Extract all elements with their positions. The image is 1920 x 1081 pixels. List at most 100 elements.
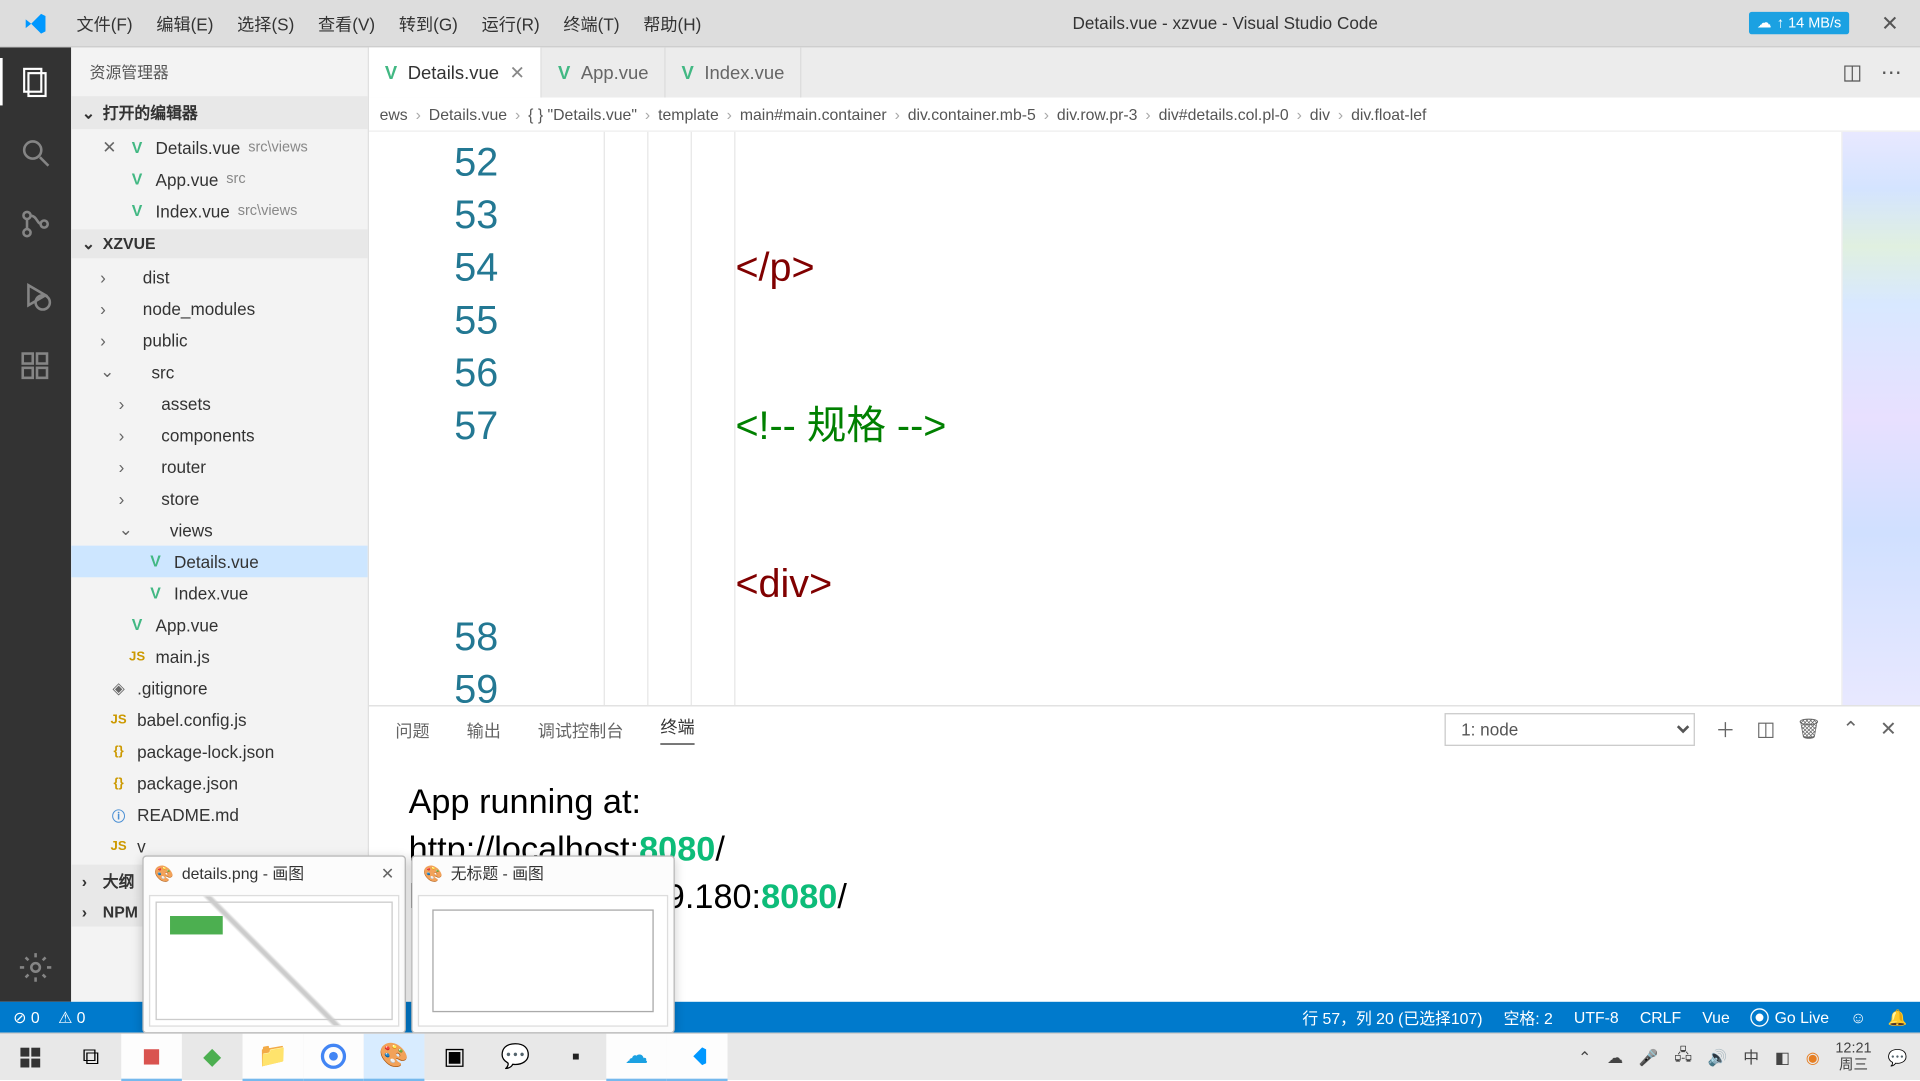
tray-notif-icon[interactable]: 💬 (1887, 1048, 1907, 1066)
tree-item[interactable]: {}package-lock.json (71, 735, 368, 767)
start-button[interactable] (0, 1033, 61, 1080)
split-icon[interactable]: ◫ (1842, 59, 1862, 85)
line-gutter: 5253545556575859 (369, 132, 525, 705)
open-editor-item[interactable]: VApp.vuesrc (71, 163, 368, 195)
taskbar-app[interactable]: ▣ (424, 1033, 485, 1080)
extensions-icon[interactable] (17, 348, 54, 385)
menu-edit[interactable]: 编辑(E) (156, 11, 213, 36)
tree-item[interactable]: ◈.gitignore (71, 672, 368, 704)
minimap[interactable] (1841, 132, 1920, 705)
menu-select[interactable]: 选择(S) (237, 11, 294, 36)
tree-item[interactable]: {}package.json (71, 767, 368, 799)
panel-tab-problems[interactable]: 问题 (395, 716, 429, 741)
menu-file[interactable]: 文件(F) (76, 11, 132, 36)
menu-help[interactable]: 帮助(H) (643, 11, 701, 36)
tab-index[interactable]: VIndex.vue (666, 47, 802, 97)
maximize-panel-icon[interactable]: ⌃ (1842, 717, 1859, 741)
vscode-icon (0, 10, 71, 36)
panel-tab-output[interactable]: 输出 (467, 716, 501, 741)
status-lang[interactable]: Vue (1702, 1006, 1730, 1028)
scm-icon[interactable] (17, 206, 54, 243)
search-icon[interactable] (17, 134, 54, 171)
tray-net-icon[interactable]: 🖧 (1674, 1043, 1692, 1071)
tree-item[interactable]: VIndex.vue (71, 577, 368, 609)
taskbar-explorer[interactable]: 📁 (243, 1033, 304, 1080)
preview-window-1[interactable]: 🎨details.png - 画图✕ (142, 855, 406, 1033)
menu-run[interactable]: 运行(R) (482, 11, 540, 36)
settings-icon[interactable] (17, 949, 54, 986)
tree-item[interactable]: ⌄src (71, 356, 368, 388)
status-position[interactable]: 行 57，列 20 (已选择107) (1302, 1006, 1482, 1028)
status-indent[interactable]: 空格: 2 (1504, 1006, 1553, 1028)
breadcrumb[interactable]: ews›Details.vue›{ } "Details.vue"›templa… (369, 98, 1920, 132)
menu-bar: 文件(F) 编辑(E) 选择(S) 查看(V) 转到(G) 运行(R) 终端(T… (71, 11, 701, 36)
menu-view[interactable]: 查看(V) (318, 11, 375, 36)
tray-app-icon[interactable]: ◧ (1775, 1048, 1790, 1066)
tree-item[interactable]: ›assets (71, 387, 368, 419)
taskbar-app[interactable]: ◼ (121, 1033, 182, 1080)
taskbar-vscode[interactable] (667, 1033, 728, 1080)
preview-window-2[interactable]: 🎨无标题 - 画图 (411, 855, 675, 1033)
tree-item[interactable]: ›components (71, 419, 368, 451)
menu-go[interactable]: 转到(G) (399, 11, 458, 36)
code-editor[interactable]: </p> <!-- 规格 --> <div> <div class="float… (525, 132, 1842, 705)
tab-app[interactable]: VApp.vue (542, 47, 666, 97)
tree-item[interactable]: ›public (71, 324, 368, 356)
open-editors-section[interactable]: ⌄打开的编辑器 (71, 96, 368, 129)
tree-item[interactable]: JSmain.js (71, 641, 368, 673)
close-panel-icon[interactable]: ✕ (1880, 717, 1897, 741)
tray-cloud-icon[interactable]: ☁ (1607, 1048, 1623, 1066)
project-section[interactable]: ⌄XZVUE (71, 229, 368, 258)
open-editor-item[interactable]: VIndex.vuesrc\views (71, 195, 368, 227)
split-terminal-icon[interactable]: ◫ (1756, 717, 1775, 741)
status-feedback-icon[interactable]: ☺ (1850, 1006, 1866, 1028)
window-close-button[interactable]: ✕ (1860, 10, 1920, 36)
status-golive[interactable]: Go Live (1751, 1006, 1829, 1028)
tab-details[interactable]: VDetails.vue✕ (369, 47, 542, 97)
tray-app-icon[interactable]: ◉ (1806, 1048, 1820, 1066)
taskbar-preview: 🎨details.png - 画图✕ 🎨无标题 - 画图 (142, 855, 674, 1033)
menu-terminal[interactable]: 终端(T) (563, 11, 619, 36)
status-warnings[interactable]: ⚠ 0 (58, 1008, 85, 1026)
tree-item[interactable]: VApp.vue (71, 609, 368, 641)
panel-tab-terminal[interactable]: 终端 (660, 713, 694, 745)
tray-chevron-icon[interactable]: ⌃ (1578, 1048, 1591, 1066)
tree-item[interactable]: ⓘREADME.md (71, 799, 368, 831)
tree-item[interactable]: ⌄views (71, 514, 368, 546)
tree-item[interactable]: ›router (71, 451, 368, 483)
tree-item[interactable]: ›dist (71, 261, 368, 293)
open-editor-item[interactable]: ✕VDetails.vuesrc\views (71, 132, 368, 164)
tree-item[interactable]: ›node_modules (71, 293, 368, 325)
taskbar-paint[interactable]: 🎨 (364, 1033, 425, 1080)
status-eol[interactable]: CRLF (1640, 1006, 1681, 1028)
status-encoding[interactable]: UTF-8 (1574, 1006, 1619, 1028)
new-terminal-icon[interactable]: ＋ (1716, 715, 1736, 743)
panel-tab-debug[interactable]: 调试控制台 (538, 716, 624, 741)
close-icon[interactable]: ✕ (510, 61, 525, 83)
tray-mic-icon[interactable]: 🎤 (1639, 1048, 1659, 1066)
tray-clock[interactable]: 12:21周三 (1835, 1040, 1871, 1074)
tray-vol-icon[interactable]: 🔊 (1708, 1048, 1728, 1066)
activity-bar (0, 47, 71, 1001)
taskview-icon[interactable]: ⧉ (61, 1033, 122, 1080)
taskbar-cmd[interactable]: ▪ (546, 1033, 607, 1080)
tab-bar: VDetails.vue✕ VApp.vue VIndex.vue ◫ ⋯ (369, 47, 1920, 97)
taskbar-app[interactable]: ◆ (182, 1033, 243, 1080)
debug-icon[interactable] (17, 277, 54, 314)
close-icon[interactable]: ✕ (381, 864, 394, 882)
explorer-icon[interactable] (17, 63, 54, 100)
taskbar-app[interactable]: ☁ (606, 1033, 667, 1080)
tree-item[interactable]: VDetails.vue (71, 546, 368, 578)
tray-ime-icon[interactable]: 中 (1743, 1046, 1759, 1068)
tree-item[interactable]: JSbabel.config.js (71, 704, 368, 736)
taskbar: ⧉ ◼ ◆ 📁 🎨 ▣ 💬 ▪ ☁ ⌃ ☁ 🎤 🖧 🔊 中 ◧ ◉ 12:21周… (0, 1033, 1920, 1080)
terminal-select[interactable]: 1: node (1444, 712, 1694, 745)
taskbar-chrome[interactable] (303, 1033, 364, 1080)
status-errors[interactable]: ⊘ 0 (13, 1008, 39, 1026)
tree-item[interactable]: ›store (71, 482, 368, 514)
kill-terminal-icon[interactable]: 🗑 (1796, 717, 1821, 741)
taskbar-wechat[interactable]: 💬 (485, 1033, 546, 1080)
status-bell-icon[interactable]: 🔔 (1887, 1006, 1907, 1028)
more-icon[interactable]: ⋯ (1881, 59, 1902, 85)
close-icon[interactable]: ✕ (100, 137, 118, 158)
